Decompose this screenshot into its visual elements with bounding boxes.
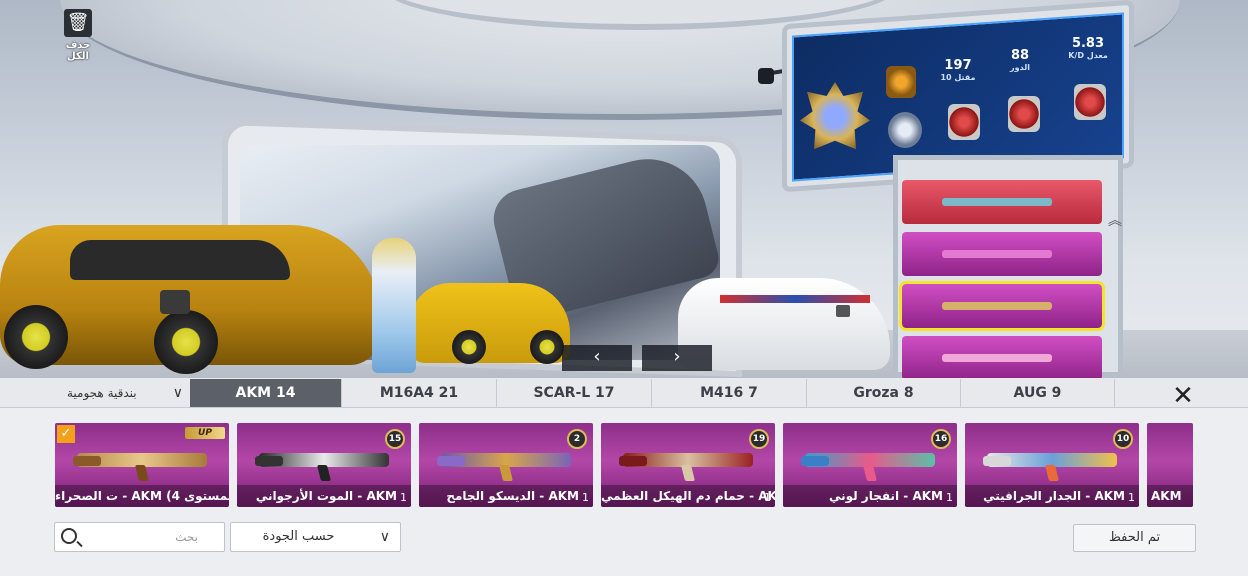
kills-stat: 197 مقتل 10 bbox=[940, 58, 976, 82]
tab-m416[interactable]: M416 7 bbox=[652, 379, 807, 407]
skin-quantity: 1 bbox=[946, 491, 953, 504]
trash-icon[interactable]: 🗑 bbox=[64, 9, 92, 37]
gun-magazine bbox=[863, 465, 877, 481]
sort-label: حسب الجودة bbox=[262, 529, 335, 544]
car-stripe bbox=[720, 295, 870, 303]
level-badge: 2 bbox=[567, 429, 587, 449]
tab-aug[interactable]: AUG 9 bbox=[961, 379, 1115, 407]
skin-card[interactable]: 10 الجدار الجرافيتي - AKM 1 bbox=[965, 423, 1139, 507]
search-input[interactable]: بحث bbox=[54, 522, 225, 552]
rack-skin-slot-selected[interactable] bbox=[899, 281, 1105, 331]
skin-quantity: 1 bbox=[582, 491, 589, 504]
gun-stock bbox=[255, 456, 283, 466]
upgrade-badge: UP bbox=[185, 427, 225, 439]
rack-skin-slot[interactable] bbox=[902, 232, 1102, 276]
delete-all-label: حذف الكل bbox=[65, 40, 91, 62]
wheel bbox=[154, 310, 218, 374]
category-dropdown[interactable]: بندقية هجومية ∨ bbox=[55, 379, 189, 407]
achievement-badge-icon bbox=[948, 104, 980, 140]
skin-name: انفجار لوني - AKM bbox=[783, 485, 957, 507]
spotlight-icon bbox=[758, 68, 774, 84]
kd-stat: 5.83 K/D معدل bbox=[1068, 36, 1108, 60]
skin-name: ت الصحراء - AKM (المستوى 4) bbox=[55, 485, 229, 507]
chevron-down-icon: ∨ bbox=[379, 529, 390, 545]
skin-quantity: 1 bbox=[400, 491, 407, 504]
skin-card-partial[interactable]: AKM bbox=[1147, 423, 1193, 507]
skin-name: الموت الأرجواني - AKM bbox=[237, 485, 411, 507]
gold-suv-window bbox=[70, 240, 290, 280]
skin-card[interactable]: 2 الديسكو الجامح - AKM 1 bbox=[419, 423, 593, 507]
level-badge: 19 bbox=[749, 429, 769, 449]
gun-stock bbox=[619, 456, 647, 466]
level-badge: 10 bbox=[1113, 429, 1133, 449]
tab-m16a4[interactable]: M16A4 21 bbox=[342, 379, 497, 407]
rack-scroll-up-icon[interactable]: ︽ bbox=[1108, 210, 1122, 230]
tier-stat: 88 الدور bbox=[1010, 48, 1030, 72]
save-button[interactable]: تم الحفظ bbox=[1073, 524, 1196, 552]
rack-skin-slot[interactable] bbox=[902, 336, 1102, 380]
gun-magazine bbox=[499, 465, 513, 481]
rack-skin-slot[interactable] bbox=[902, 180, 1102, 224]
level-badge: 16 bbox=[931, 429, 951, 449]
category-label: بندقية هجومية bbox=[67, 386, 137, 400]
gun-stock bbox=[437, 456, 465, 466]
skin-card[interactable]: 19 حمام دم الهيكل العظمي - AKM 1 bbox=[601, 423, 775, 507]
sort-dropdown[interactable]: حسب الجودة ∨ bbox=[230, 522, 401, 552]
checkbox-checked-icon[interactable]: ✓ bbox=[57, 425, 75, 443]
close-icon[interactable]: ✕ bbox=[1165, 380, 1201, 412]
tab-groza[interactable]: Groza 8 bbox=[807, 379, 961, 407]
skin-name: حمام دم الهيكل العظمي - AKM bbox=[601, 485, 775, 507]
achievement-badge-icon bbox=[1074, 84, 1106, 120]
skin-card[interactable]: 16 انفجار لوني - AKM 1 bbox=[783, 423, 957, 507]
skin-quantity: 1 bbox=[1128, 491, 1135, 504]
lock-icon bbox=[160, 290, 190, 314]
chevron-left-icon: ‹ bbox=[593, 346, 601, 367]
level-badge: 15 bbox=[385, 429, 405, 449]
skin-quantity: 1 bbox=[764, 491, 771, 504]
skin-card[interactable]: ✓ UP ت الصحراء - AKM (المستوى 4) bbox=[55, 423, 229, 507]
skin-card[interactable]: 15 الموت الأرجواني - AKM 1 bbox=[237, 423, 411, 507]
skin-name: الديسكو الجامح - AKM bbox=[419, 485, 593, 507]
search-placeholder: بحث bbox=[175, 530, 198, 544]
achievement-badge-icon bbox=[1008, 96, 1040, 132]
skin-name: الجدار الجرافيتي - AKM bbox=[965, 485, 1139, 507]
gun-magazine bbox=[681, 465, 695, 481]
tab-akm[interactable]: AKM 14 bbox=[190, 379, 342, 407]
rank-badge-icon bbox=[886, 66, 916, 98]
wheel bbox=[4, 305, 68, 369]
wheel bbox=[452, 330, 486, 364]
skin-name: AKM bbox=[1147, 485, 1193, 507]
lock-icon bbox=[836, 305, 850, 317]
gun-stock bbox=[983, 456, 1011, 466]
gun-stock bbox=[73, 456, 101, 466]
chevron-right-icon: › bbox=[673, 346, 681, 367]
player-character bbox=[372, 238, 416, 373]
wheel bbox=[530, 330, 564, 364]
gun-stock bbox=[801, 456, 829, 466]
gun-magazine bbox=[317, 465, 331, 481]
tab-scar-l[interactable]: SCAR-L 17 bbox=[497, 379, 652, 407]
achievement-badge-icon bbox=[888, 112, 922, 148]
gun-magazine bbox=[135, 465, 149, 481]
chevron-down-icon: ∨ bbox=[172, 385, 183, 401]
next-arrow-button[interactable]: › bbox=[642, 345, 712, 371]
gun-magazine bbox=[1045, 465, 1059, 481]
search-icon bbox=[61, 528, 77, 544]
prev-arrow-button[interactable]: ‹ bbox=[562, 345, 632, 371]
